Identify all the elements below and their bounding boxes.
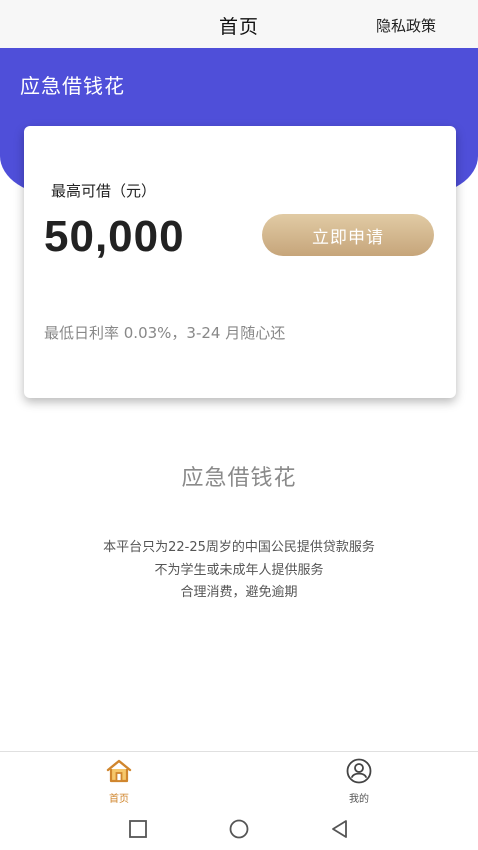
section-title: 应急借钱花	[181, 466, 297, 491]
recent-apps-icon[interactable]	[128, 819, 148, 839]
bottom-tab-bar: 首页 我的	[0, 751, 478, 810]
tab-home[interactable]: 首页	[89, 758, 149, 805]
loan-card: 最高可借（元） 50,000 立即申请 最低日利率 0.03%，3-24 月随心…	[24, 126, 456, 398]
notice-line: 合理消费，避免逾期	[180, 585, 298, 600]
max-amount-value: 50,000	[44, 212, 185, 261]
tab-mine[interactable]: 我的	[329, 758, 389, 805]
app-title: 应急借钱花	[20, 74, 125, 98]
apply-now-button[interactable]: 立即申请	[262, 214, 434, 256]
interest-rate-text: 最低日利率 0.03%，3-24 月随心还	[44, 324, 286, 342]
privacy-policy-link[interactable]: 隐私政策	[376, 15, 436, 36]
back-icon[interactable]	[330, 819, 350, 839]
tab-home-label: 首页	[109, 794, 129, 805]
tab-mine-label: 我的	[349, 794, 369, 805]
home-icon	[106, 759, 132, 783]
notice-line: 本平台只为22-25周岁的中国公民提供贷款服务	[103, 540, 375, 555]
max-amount-label: 最高可借（元）	[51, 182, 157, 200]
notice-line: 不为学生或未成年人提供服务	[154, 562, 324, 578]
top-bar: 首页 隐私政策	[0, 0, 478, 49]
user-icon	[346, 758, 372, 784]
notice-text: 本平台只为22-25周岁的中国公民提供贷款服务 不为学生或未成年人提供服务 合理…	[0, 537, 478, 605]
system-nav-bar	[0, 809, 478, 850]
home-button-icon[interactable]	[228, 819, 250, 839]
